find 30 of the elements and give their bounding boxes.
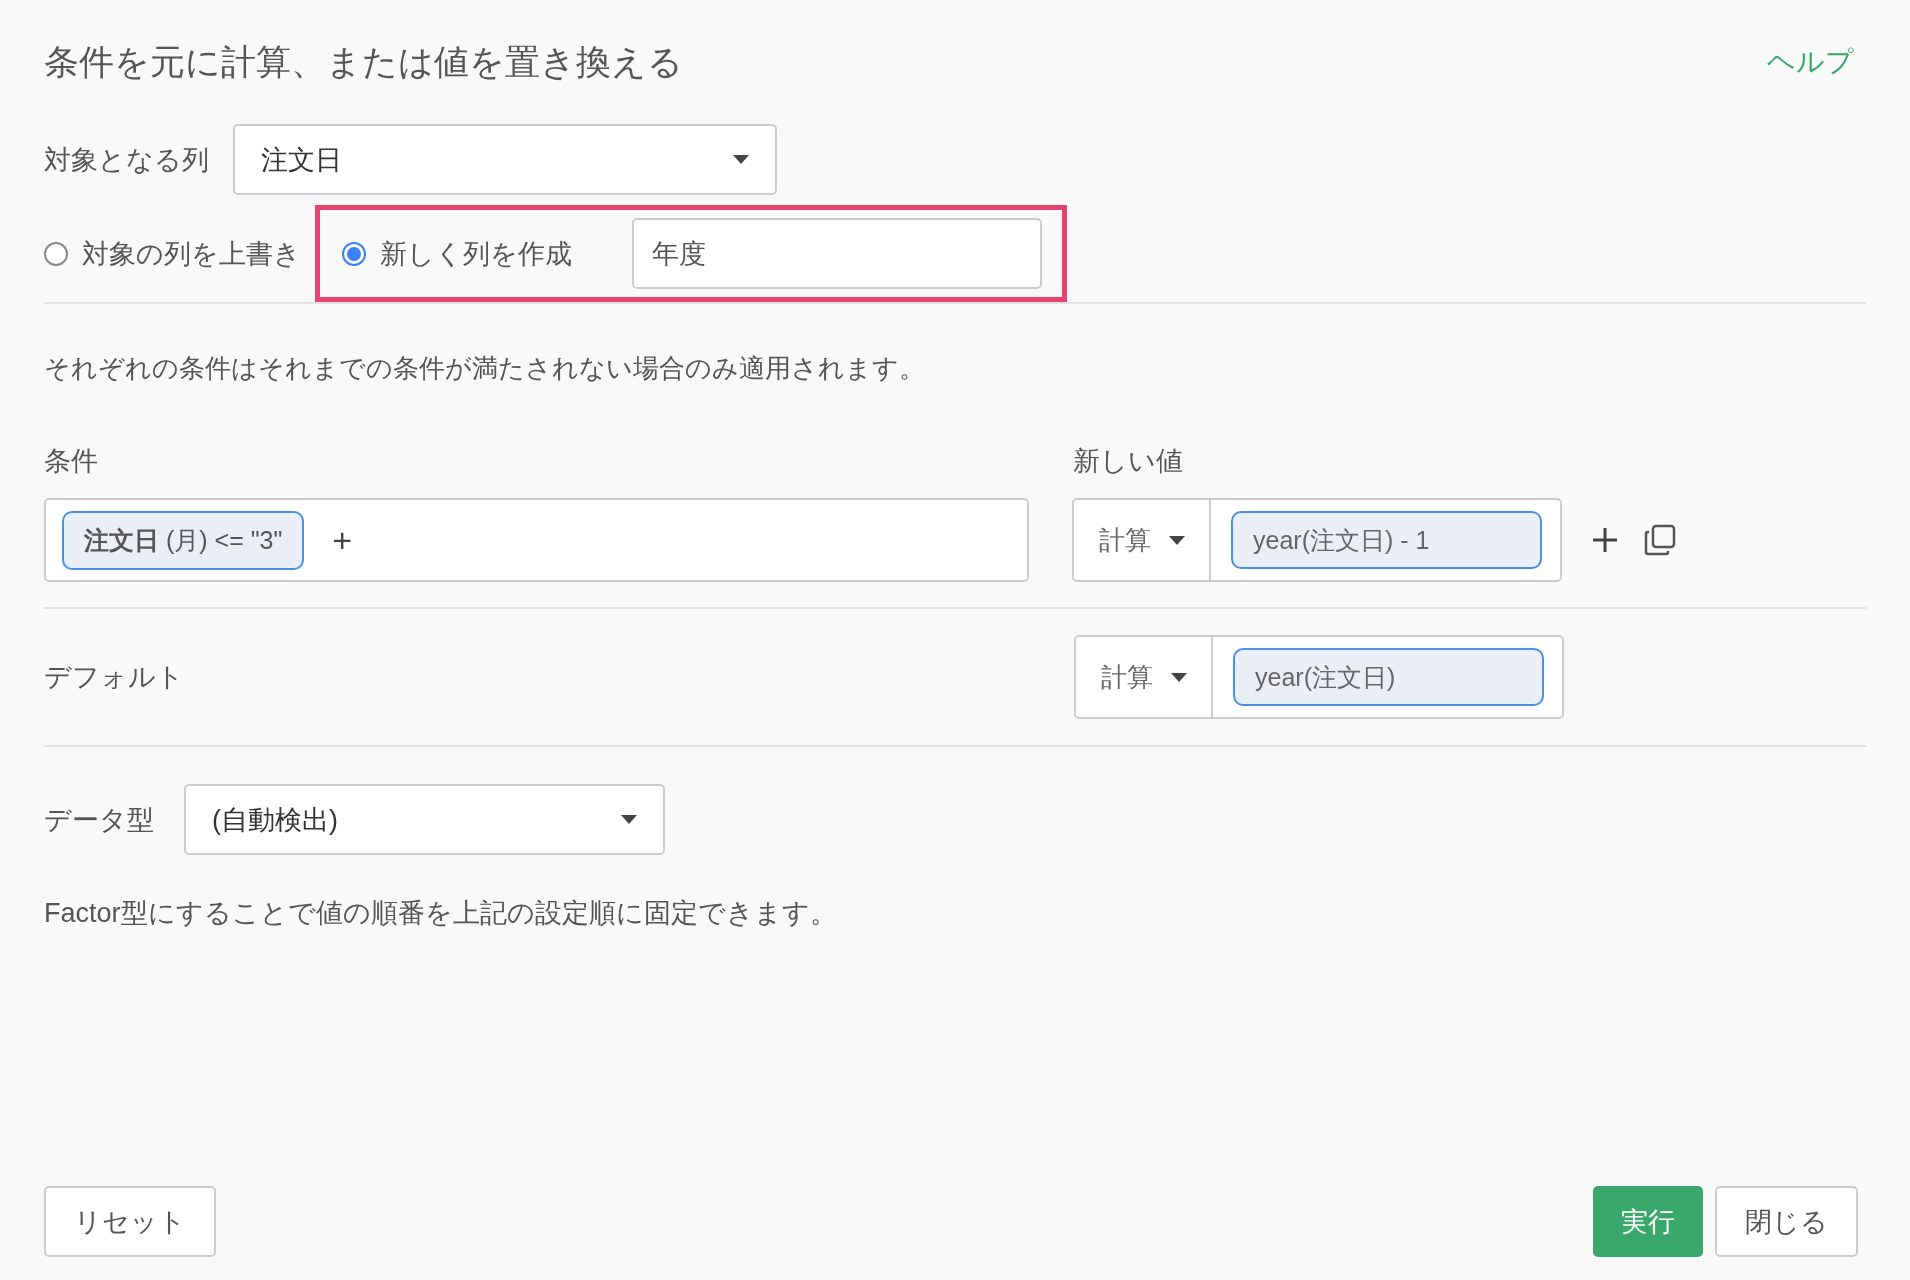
field-label: 対象となる列 <box>44 143 209 177</box>
column-header: 新しい値 <box>1073 445 1183 478</box>
type-dropdown[interactable]: (自動検出) <box>184 784 665 855</box>
dialog-title: 条件を元に計算、または値を置き換える <box>44 40 683 83</box>
column-header: 条件 <box>44 445 99 478</box>
info-text: Factor型にすることで値の順番を上記の設定順に固定できます。 <box>44 897 838 930</box>
radio-option[interactable]: 対象の列を上書き <box>44 235 301 272</box>
add-icon[interactable] <box>1592 527 1618 553</box>
condition-field[interactable]: 注文日 (月) <= "3" + <box>44 498 1029 582</box>
caret-icon <box>1168 535 1185 545</box>
radio-button[interactable] <box>342 241 366 266</box>
column-name-field[interactable]: 年度 <box>632 218 1042 289</box>
type-dropdown[interactable]: 計算 <box>1074 500 1211 580</box>
expression-field[interactable]: year(注文日) - 1 <box>1231 511 1542 569</box>
radio-button[interactable] <box>44 241 68 266</box>
add-condition-button[interactable]: + <box>326 520 359 560</box>
close-button[interactable]: 閉じる <box>1715 1186 1858 1257</box>
field-label: データ型 <box>44 803 154 837</box>
type-dropdown[interactable]: 計算 <box>1076 637 1213 717</box>
radio-option[interactable]: 新しく列を作成 <box>342 235 632 272</box>
reset-button[interactable]: リセット <box>44 1186 216 1257</box>
copy-icon[interactable] <box>1644 524 1676 556</box>
caret-icon <box>621 815 637 824</box>
column-dropdown[interactable]: 注文日 <box>233 124 777 195</box>
condition-tag[interactable]: 注文日 (月) <= "3" <box>62 510 305 570</box>
caret-icon <box>1170 672 1187 682</box>
info-text: それぞれの条件はそれまでの条件が満たされない場合のみ適用されます。 <box>44 352 926 385</box>
field-label: デフォルト <box>44 661 185 694</box>
caret-icon <box>733 155 749 164</box>
expression-field[interactable]: year(注文日) <box>1233 648 1544 706</box>
